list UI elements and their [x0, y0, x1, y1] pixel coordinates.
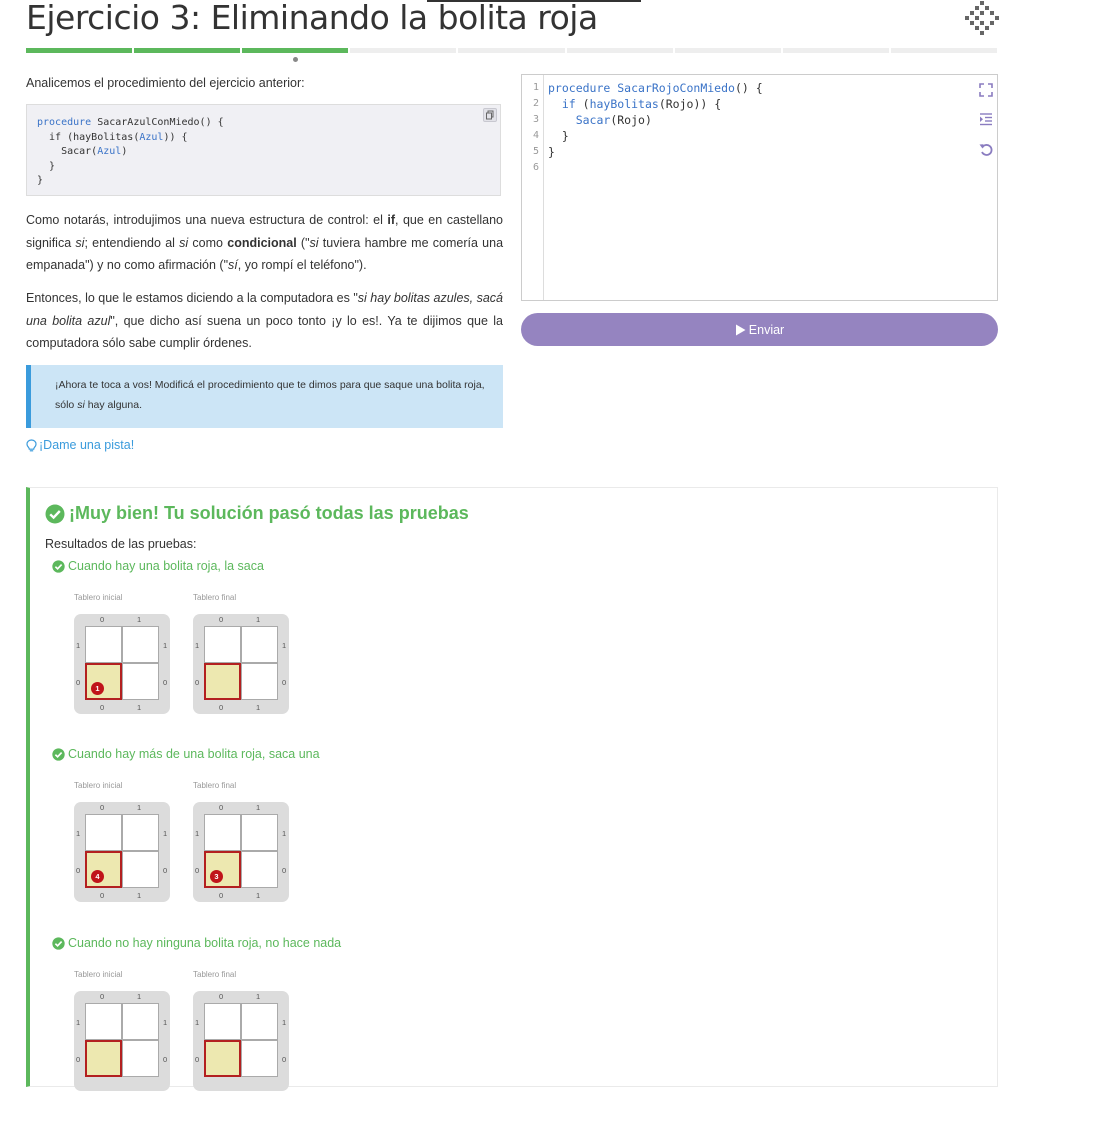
initial-board: 01 01 10 10 1: [74, 614, 170, 714]
explanation-paragraph-2: Entonces, lo que le estamos diciendo a l…: [26, 291, 503, 350]
reset-icon[interactable]: [978, 141, 994, 157]
header-cell: [204, 663, 241, 700]
red-ball: 4: [91, 870, 104, 883]
code-editor[interactable]: 1 2 3 4 5 6 procedure SacarRojoConMiedo(…: [521, 74, 998, 301]
initial-board-label: Tablero inicial: [74, 781, 123, 790]
check-circle-icon: [45, 504, 65, 523]
initial-board-label: Tablero inicial: [74, 970, 123, 979]
test-title: Cuando hay más de una bolita roja, saca …: [52, 747, 320, 761]
progress-step[interactable]: [134, 48, 241, 53]
final-board-label: Tablero final: [193, 970, 237, 979]
check-circle-icon: [52, 936, 65, 950]
header-cell: 1: [85, 663, 122, 700]
final-board: 01 01 10 10: [193, 614, 289, 714]
progress-step[interactable]: [566, 48, 673, 53]
final-board: 01 01 10 10 3: [193, 802, 289, 902]
red-ball: 3: [210, 870, 223, 883]
progress-bar: [26, 48, 997, 53]
progress-step[interactable]: [350, 48, 457, 53]
line-number: 3: [532, 114, 539, 125]
initial-board: 01 10 10: [74, 991, 170, 1091]
red-ball: 1: [91, 682, 104, 695]
final-board: 01 10 10: [193, 991, 289, 1091]
code-line[interactable]: if (hayBolitas(Rojo)) {: [548, 96, 763, 112]
line-number: 5: [532, 146, 539, 157]
code-line[interactable]: }: [548, 144, 763, 160]
explanation-paragraph: Como notarás, introdujimos una nueva est…: [26, 213, 504, 272]
code-line[interactable]: [548, 160, 763, 176]
copy-icon: [486, 110, 494, 120]
task-notice: ¡Ahora te toca a vos! Modificá el proced…: [26, 365, 503, 428]
test-title: Cuando hay una bolita roja, la saca: [52, 559, 264, 573]
hint-link[interactable]: ¡Dame una pista!: [26, 438, 134, 452]
test-result: Cuando hay una bolita roja, la saca Tabl…: [52, 559, 652, 744]
initial-board: 01 01 10 10 4: [74, 802, 170, 902]
progress-step[interactable]: [458, 48, 565, 53]
progress-step[interactable]: [674, 48, 781, 53]
code-line[interactable]: }: [548, 128, 763, 144]
initial-board-label: Tablero inicial: [74, 593, 123, 602]
hint-label: ¡Dame una pista!: [39, 438, 135, 452]
final-board-label: Tablero final: [193, 593, 237, 602]
final-board-label: Tablero final: [193, 781, 237, 790]
check-circle-icon: [52, 559, 65, 573]
results-heading: ¡Muy bien! Tu solución pasó todas las pr…: [45, 503, 469, 524]
intro-text: Analicemos el procedimiento del ejercici…: [26, 76, 305, 90]
lightbulb-icon: [26, 438, 37, 451]
current-step-marker: [293, 57, 298, 62]
header-cell: [204, 1040, 241, 1077]
submit-label: Enviar: [748, 322, 785, 337]
progress-step[interactable]: [242, 48, 349, 53]
line-number: 2: [532, 98, 539, 109]
header-cell: [85, 1040, 122, 1077]
editor-code[interactable]: procedure SacarRojoConMiedo() { if (hayB…: [548, 80, 763, 176]
progress-step[interactable]: [26, 48, 133, 53]
page-title: Ejercicio 3: Eliminando la bolita roja: [26, 0, 598, 37]
results-heading-text: ¡Muy bien! Tu solución pasó todas las pr…: [69, 503, 469, 523]
results-panel: ¡Muy bien! Tu solución pasó todas las pr…: [26, 487, 998, 1091]
fullscreen-icon[interactable]: [978, 82, 994, 98]
test-result: Cuando hay más de una bolita roja, saca …: [52, 747, 652, 932]
code-sample: procedure SacarAzulConMiedo() { if (hayB…: [26, 104, 501, 196]
line-numbers: 1 2 3 4 5 6: [522, 75, 544, 300]
play-icon: [735, 324, 746, 335]
header-cell: 3: [204, 851, 241, 888]
results-subheading: Resultados de las pruebas:: [45, 537, 197, 551]
line-number: 4: [532, 130, 539, 141]
code-sample-text: procedure SacarAzulConMiedo() { if (hayB…: [37, 117, 224, 186]
gobstones-logo-icon: [965, 1, 999, 35]
test-title: Cuando no hay ninguna bolita roja, no ha…: [52, 936, 341, 950]
indent-icon[interactable]: [978, 111, 994, 127]
code-line[interactable]: procedure SacarRojoConMiedo() {: [548, 80, 763, 96]
test-result: Cuando no hay ninguna bolita roja, no ha…: [52, 936, 652, 1121]
header-cell: 4: [85, 851, 122, 888]
submit-button[interactable]: Enviar: [521, 313, 998, 346]
progress-step[interactable]: [890, 48, 997, 53]
line-number: 6: [532, 162, 539, 173]
check-circle-icon: [52, 747, 65, 761]
code-line[interactable]: Sacar(Rojo): [548, 112, 763, 128]
copy-code-button[interactable]: [483, 108, 497, 122]
line-number: 1: [532, 82, 539, 93]
progress-step[interactable]: [782, 48, 889, 53]
